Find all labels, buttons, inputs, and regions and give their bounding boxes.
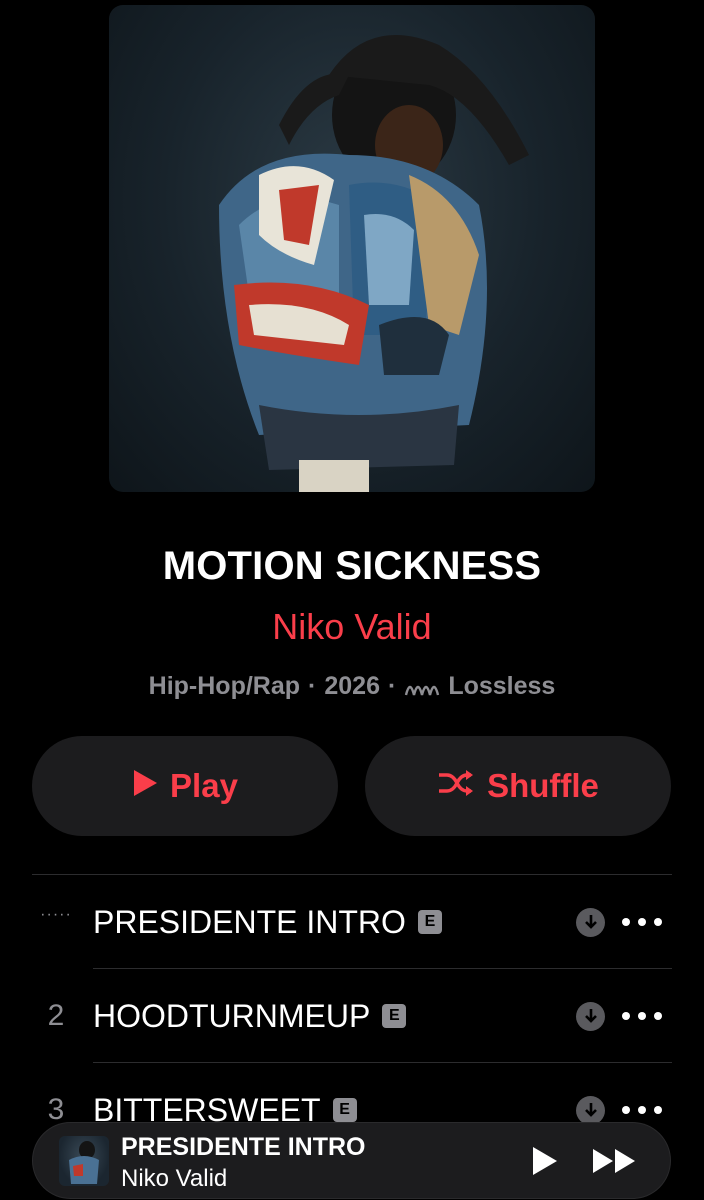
quality-label: Lossless bbox=[448, 672, 556, 700]
explicit-badge: E bbox=[382, 1004, 407, 1028]
skip-forward-icon[interactable] bbox=[591, 1147, 639, 1175]
year-label: 2026 bbox=[324, 672, 380, 700]
download-icon[interactable] bbox=[576, 1001, 605, 1031]
track-number: 3 bbox=[47, 1093, 65, 1126]
play-icon[interactable] bbox=[529, 1145, 559, 1177]
track-title: PRESIDENTE INTRO bbox=[93, 903, 406, 940]
track-row[interactable]: 2 HOODTURNMEUP E bbox=[0, 970, 704, 1062]
meta-separator: · bbox=[308, 672, 317, 700]
artist-name[interactable]: Niko Valid bbox=[0, 606, 704, 648]
album-meta: Hip-Hop/Rap · 2026 · Lossless bbox=[0, 672, 704, 701]
mini-player-artwork bbox=[59, 1136, 109, 1186]
now-playing-artist: Niko Valid bbox=[121, 1165, 228, 1192]
now-playing-title: PRESIDENTE INTRO bbox=[121, 1133, 366, 1161]
track-title: HOODTURNMEUP bbox=[93, 997, 371, 1034]
divider bbox=[32, 874, 672, 875]
shuffle-button[interactable]: Shuffle bbox=[365, 736, 671, 836]
meta-separator: · bbox=[387, 672, 397, 700]
download-icon[interactable] bbox=[576, 907, 605, 937]
mini-player[interactable]: PRESIDENTE INTRO Niko Valid bbox=[33, 1123, 670, 1198]
track-row[interactable]: ····· PRESIDENTE INTRO E bbox=[0, 876, 704, 968]
more-options-icon[interactable] bbox=[622, 1006, 662, 1026]
explicit-badge: E bbox=[332, 1098, 357, 1122]
track-number: 2 bbox=[47, 999, 65, 1032]
genre-label: Hip-Hop/Rap bbox=[148, 672, 301, 700]
play-icon bbox=[132, 767, 158, 805]
album-artwork bbox=[109, 5, 595, 492]
divider bbox=[93, 968, 672, 969]
shuffle-icon bbox=[437, 767, 475, 805]
download-icon[interactable] bbox=[576, 1095, 605, 1125]
lossless-icon bbox=[404, 675, 440, 699]
now-playing-indicator: ····· bbox=[40, 906, 72, 923]
track-title-group: HOODTURNMEUP E bbox=[93, 997, 407, 1035]
play-button-label: Play bbox=[170, 767, 238, 804]
divider bbox=[93, 1062, 672, 1063]
shuffle-button-label: Shuffle bbox=[487, 767, 599, 804]
track-title-group: PRESIDENTE INTRO E bbox=[93, 904, 442, 941]
explicit-badge: E bbox=[417, 910, 442, 934]
album-title: MOTION SICKNESS bbox=[162, 544, 542, 588]
more-options-icon[interactable] bbox=[622, 912, 662, 932]
more-options-icon[interactable] bbox=[622, 1100, 662, 1120]
play-button[interactable]: Play bbox=[32, 736, 338, 836]
